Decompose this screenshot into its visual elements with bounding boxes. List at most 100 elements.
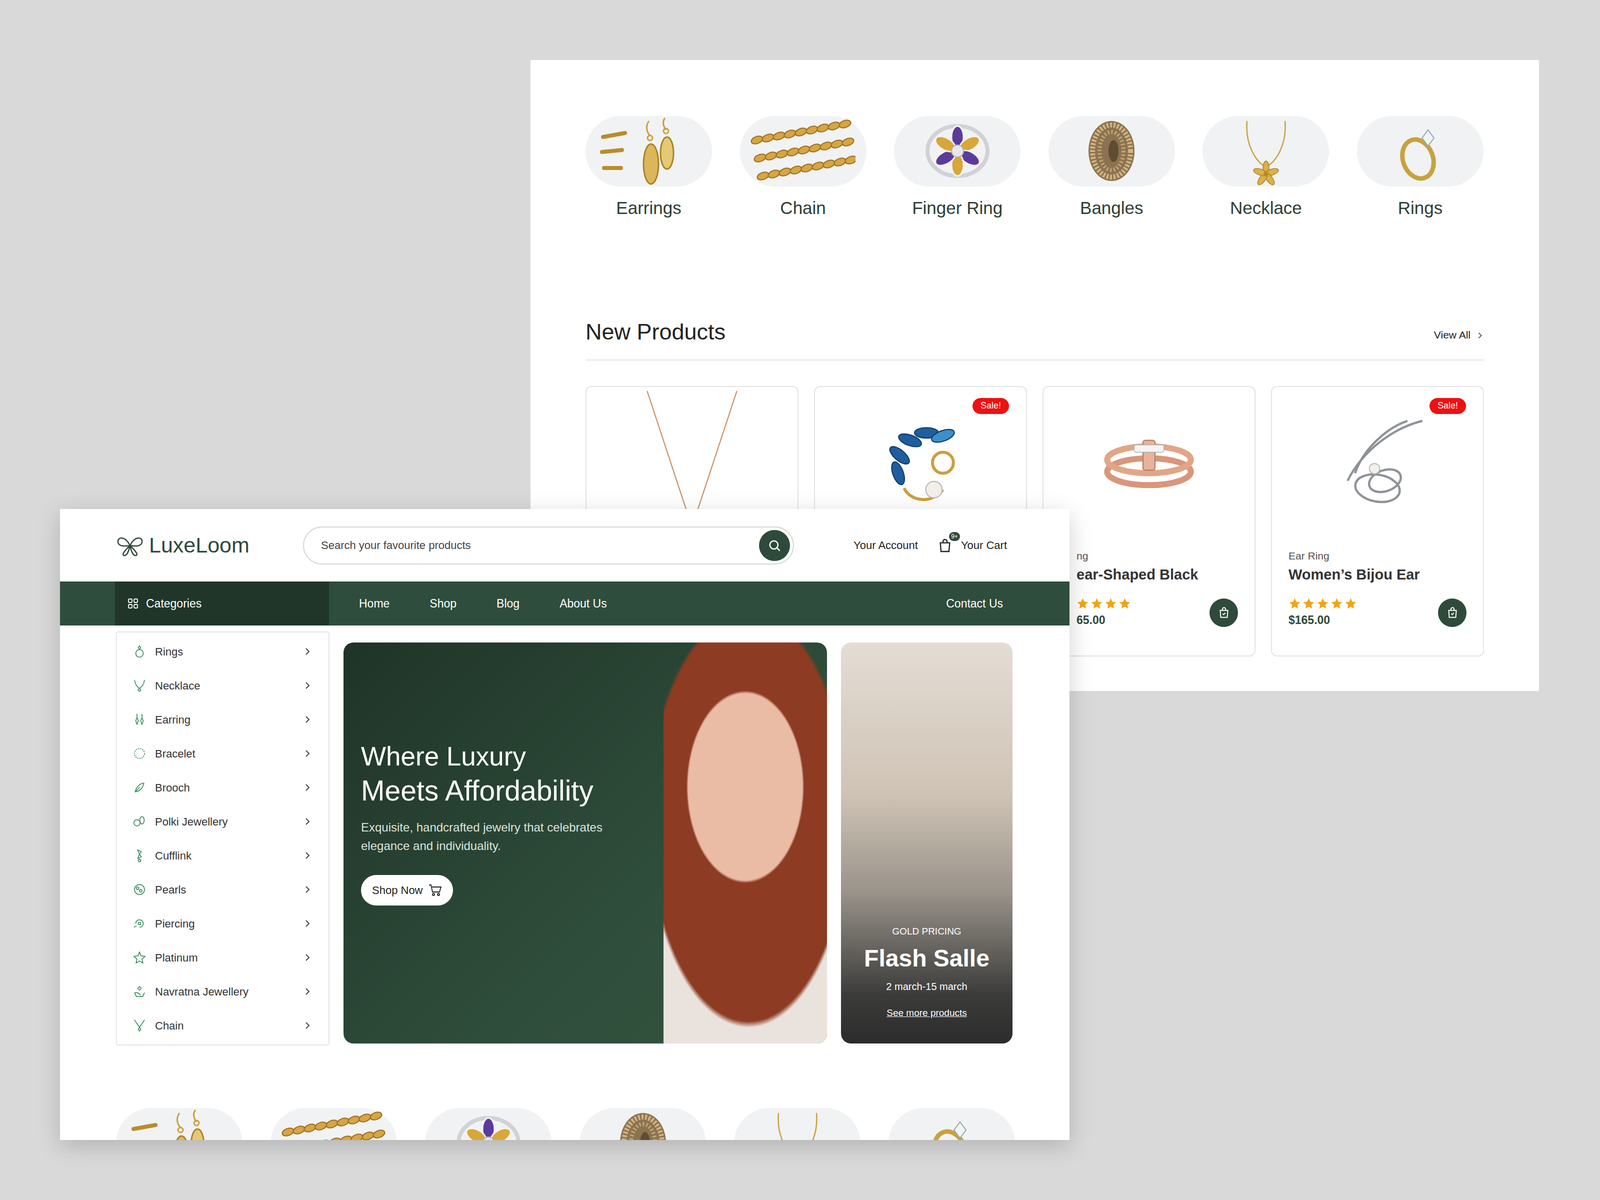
category-item[interactable]: Chain xyxy=(740,116,867,219)
shopping-bag-icon[interactable]: 9+ xyxy=(937,537,953,554)
sidebar-item[interactable]: Pearls xyxy=(117,872,329,907)
butterfly-logo-icon xyxy=(115,534,145,557)
sidebar-label[interactable]: Polki Jewellery xyxy=(155,813,228,830)
category-item[interactable] xyxy=(579,1108,706,1140)
jewellery-icon xyxy=(132,780,147,795)
category-image[interactable] xyxy=(734,1108,861,1140)
chevron-right-icon xyxy=(303,681,312,690)
sidebar-label[interactable]: Chain xyxy=(155,1017,184,1034)
nav-link[interactable]: Home xyxy=(359,595,390,613)
sidebar-item[interactable]: Polki Jewellery xyxy=(117,804,329,839)
category-item[interactable] xyxy=(270,1108,397,1140)
sidebar-item[interactable]: Bracelet xyxy=(117,736,329,771)
category-item[interactable]: Rings xyxy=(1357,116,1484,219)
sidebar-label[interactable]: Bracelet xyxy=(155,745,196,762)
shop-now-label[interactable]: Shop Now xyxy=(372,882,423,899)
chevron-right-icon xyxy=(303,817,312,826)
add-to-cart-button[interactable] xyxy=(1438,598,1467,627)
star-icon xyxy=(1316,597,1329,610)
product-card[interactable]: Sale!Ear RingWomen’s Bijou Ear$165.00 xyxy=(1271,386,1484,657)
sidebar-item[interactable]: Navratna Jewellery xyxy=(117,974,329,1009)
chevron-right-icon xyxy=(303,647,312,656)
sidebar-item[interactable]: Piercing xyxy=(117,906,329,941)
sidebar-label[interactable]: Navratna Jewellery xyxy=(155,983,249,1000)
product-image[interactable] xyxy=(1043,387,1255,540)
account-link[interactable]: Your Account xyxy=(853,537,918,554)
cart-count-badge: 9+ xyxy=(949,532,960,541)
see-more-link[interactable]: See more products xyxy=(886,1006,967,1021)
category-image[interactable] xyxy=(585,116,712,187)
search-input[interactable] xyxy=(320,536,759,554)
category-label[interactable]: Earrings xyxy=(616,197,681,219)
sidebar-item[interactable]: Platinum xyxy=(117,940,329,975)
categories-label[interactable]: Categories xyxy=(146,595,202,613)
category-image[interactable] xyxy=(894,116,1021,187)
category-item[interactable] xyxy=(734,1108,861,1140)
product-info: ngear-Shaped Black65.00 xyxy=(1043,540,1255,638)
category-item[interactable]: Necklace xyxy=(1202,116,1329,219)
nav-link[interactable]: Shop xyxy=(429,595,457,613)
category-image[interactable] xyxy=(116,1108,243,1140)
chevron-right-icon xyxy=(303,919,312,928)
sidebar-label[interactable]: Pearls xyxy=(155,881,186,898)
sidebar-item[interactable]: Cufflink xyxy=(117,838,329,873)
logo[interactable]: LuxeLoom xyxy=(115,529,303,562)
category-image[interactable] xyxy=(1357,116,1484,187)
category-label[interactable]: Bangles xyxy=(1080,197,1143,219)
category-image[interactable] xyxy=(579,1108,706,1140)
jewellery-icon xyxy=(132,678,147,693)
contact-link[interactable]: Contact Us xyxy=(946,581,1003,626)
flash-sale-card[interactable]: GOLD PRICINGFlash Salle2 march-15 marchS… xyxy=(841,642,1013,1044)
add-to-cart-button[interactable] xyxy=(1209,598,1238,627)
sidebar-item[interactable]: Rings xyxy=(117,634,329,669)
product-price: 65.00 xyxy=(1076,613,1131,628)
sidebar-item[interactable]: Chain xyxy=(117,1008,329,1043)
logo-text[interactable]: LuxeLoom xyxy=(149,529,250,562)
sidebar-item[interactable]: Earring xyxy=(117,702,329,737)
nav-link[interactable]: About Us xyxy=(559,595,607,613)
sidebar-label[interactable]: Brooch xyxy=(155,779,190,796)
category-label[interactable]: Necklace xyxy=(1230,197,1302,219)
category-label[interactable]: Chain xyxy=(780,197,826,219)
product-title[interactable]: Women’s Bijou Ear xyxy=(1288,565,1467,585)
category-image[interactable] xyxy=(1048,116,1175,187)
sidebar-label[interactable]: Necklace xyxy=(155,677,200,694)
sidebar-label[interactable]: Rings xyxy=(155,643,183,660)
jewellery-icon xyxy=(132,712,147,727)
categories-button[interactable]: Categories xyxy=(115,581,329,626)
chevron-right-icon xyxy=(303,987,312,996)
category-item[interactable] xyxy=(425,1108,552,1140)
category-item[interactable]: Bangles xyxy=(1048,116,1175,219)
category-label[interactable]: Finger Ring xyxy=(912,197,1003,219)
category-label[interactable]: Rings xyxy=(1398,197,1443,219)
cart-link[interactable]: 9+ Your Cart xyxy=(937,537,1007,554)
view-all-link[interactable]: View All xyxy=(1434,327,1484,346)
view-all-label[interactable]: View All xyxy=(1434,327,1471,343)
cart-icon xyxy=(428,883,442,897)
shop-now-button[interactable]: Shop Now xyxy=(361,875,453,906)
contact-label[interactable]: Contact Us xyxy=(946,595,1003,613)
cart-label[interactable]: Your Cart xyxy=(961,537,1007,554)
sidebar-item[interactable]: Brooch xyxy=(117,770,329,805)
category-image[interactable] xyxy=(888,1108,1015,1140)
sidebar-label[interactable]: Cufflink xyxy=(155,847,192,864)
sidebar-label[interactable]: Earring xyxy=(155,711,191,728)
category-item[interactable]: Finger Ring xyxy=(894,116,1021,219)
product-title[interactable]: ear-Shaped Black xyxy=(1076,565,1238,585)
category-image[interactable] xyxy=(425,1108,552,1140)
sidebar-label[interactable]: Piercing xyxy=(155,915,195,932)
search-button[interactable] xyxy=(759,530,790,561)
hero-title: Meets Affordability xyxy=(361,773,664,809)
sidebar-item[interactable]: Necklace xyxy=(117,668,329,703)
category-item[interactable]: Earrings xyxy=(585,116,712,219)
star-icon xyxy=(1076,597,1089,610)
nav-link[interactable]: Blog xyxy=(496,595,520,613)
star-rating xyxy=(1076,597,1131,610)
category-image[interactable] xyxy=(270,1108,397,1140)
category-item[interactable] xyxy=(888,1108,1015,1140)
sidebar-label[interactable]: Platinum xyxy=(155,949,198,966)
category-image[interactable] xyxy=(740,116,867,187)
product-card[interactable]: ngear-Shaped Black65.00 xyxy=(1042,386,1256,657)
category-item[interactable] xyxy=(116,1108,243,1140)
category-image[interactable] xyxy=(1202,116,1329,187)
